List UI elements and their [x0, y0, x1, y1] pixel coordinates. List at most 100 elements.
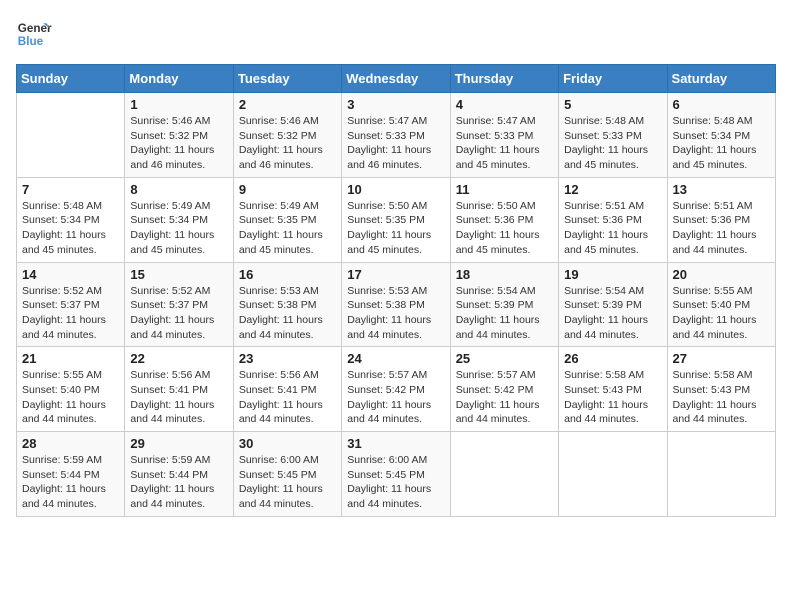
header-cell-thursday: Thursday — [450, 65, 558, 93]
calendar-cell: 4 Sunrise: 5:47 AMSunset: 5:33 PMDaylight… — [450, 93, 558, 178]
calendar-cell: 5 Sunrise: 5:48 AMSunset: 5:33 PMDaylight… — [559, 93, 667, 178]
week-row-2: 7 Sunrise: 5:48 AMSunset: 5:34 PMDaylight… — [17, 177, 776, 262]
day-number: 21 — [22, 351, 119, 366]
calendar-cell: 7 Sunrise: 5:48 AMSunset: 5:34 PMDaylight… — [17, 177, 125, 262]
day-number: 13 — [673, 182, 770, 197]
week-row-1: 1 Sunrise: 5:46 AMSunset: 5:32 PMDaylight… — [17, 93, 776, 178]
calendar-cell: 10 Sunrise: 5:50 AMSunset: 5:35 PMDayligh… — [342, 177, 450, 262]
day-info: Sunrise: 5:57 AMSunset: 5:42 PMDaylight:… — [347, 368, 444, 427]
calendar-cell: 25Sunrise: 5:57 AMSunset: 5:42 PMDayligh… — [450, 347, 558, 432]
week-row-4: 21Sunrise: 5:55 AMSunset: 5:40 PMDayligh… — [17, 347, 776, 432]
day-info: Sunrise: 5:52 AMSunset: 5:37 PMDaylight:… — [22, 284, 119, 343]
day-info: Sunrise: 5:49 AMSunset: 5:35 PMDaylight:… — [239, 199, 336, 258]
day-number: 26 — [564, 351, 661, 366]
day-number: 22 — [130, 351, 227, 366]
calendar-cell: 12 Sunrise: 5:51 AMSunset: 5:36 PMDayligh… — [559, 177, 667, 262]
calendar-cell: 29 Sunrise: 5:59 AMSunset: 5:44 PMDayligh… — [125, 432, 233, 517]
day-number: 17 — [347, 267, 444, 282]
day-number: 20 — [673, 267, 770, 282]
day-info: Sunrise: 6:00 AMSunset: 5:45 PMDaylight:… — [239, 453, 336, 512]
header-cell-saturday: Saturday — [667, 65, 775, 93]
day-number: 29 — [130, 436, 227, 451]
calendar-cell: 26 Sunrise: 5:58 AMSunset: 5:43 PMDayligh… — [559, 347, 667, 432]
day-number: 8 — [130, 182, 227, 197]
day-info: Sunrise: 5:58 AMSunset: 5:43 PMDaylight:… — [564, 368, 661, 427]
calendar-cell: 6 Sunrise: 5:48 AMSunset: 5:34 PMDaylight… — [667, 93, 775, 178]
day-info: Sunrise: 5:46 AMSunset: 5:32 PMDaylight:… — [130, 114, 227, 173]
calendar-cell: 27Sunrise: 5:58 AMSunset: 5:43 PMDayligh… — [667, 347, 775, 432]
day-number: 19 — [564, 267, 661, 282]
header-cell-monday: Monday — [125, 65, 233, 93]
day-info: Sunrise: 5:59 AMSunset: 5:44 PMDaylight:… — [22, 453, 119, 512]
day-number: 24 — [347, 351, 444, 366]
calendar-cell: 20 Sunrise: 5:55 AMSunset: 5:40 PMDayligh… — [667, 262, 775, 347]
day-info: Sunrise: 5:48 AMSunset: 5:34 PMDaylight:… — [22, 199, 119, 258]
day-number: 14 — [22, 267, 119, 282]
week-row-5: 28 Sunrise: 5:59 AMSunset: 5:44 PMDayligh… — [17, 432, 776, 517]
day-number: 11 — [456, 182, 553, 197]
calendar-cell — [559, 432, 667, 517]
day-info: Sunrise: 5:46 AMSunset: 5:32 PMDaylight:… — [239, 114, 336, 173]
calendar-body: 1 Sunrise: 5:46 AMSunset: 5:32 PMDaylight… — [17, 93, 776, 517]
day-number: 9 — [239, 182, 336, 197]
calendar-cell — [450, 432, 558, 517]
day-info: Sunrise: 5:56 AMSunset: 5:41 PMDaylight:… — [239, 368, 336, 427]
calendar-table: SundayMondayTuesdayWednesdayThursdayFrid… — [16, 64, 776, 517]
calendar-cell: 28 Sunrise: 5:59 AMSunset: 5:44 PMDayligh… — [17, 432, 125, 517]
day-info: Sunrise: 5:59 AMSunset: 5:44 PMDaylight:… — [130, 453, 227, 512]
day-info: Sunrise: 5:49 AMSunset: 5:34 PMDaylight:… — [130, 199, 227, 258]
day-number: 1 — [130, 97, 227, 112]
calendar-cell: 8 Sunrise: 5:49 AMSunset: 5:34 PMDaylight… — [125, 177, 233, 262]
calendar-cell: 22 Sunrise: 5:56 AMSunset: 5:41 PMDayligh… — [125, 347, 233, 432]
day-info: Sunrise: 5:52 AMSunset: 5:37 PMDaylight:… — [130, 284, 227, 343]
calendar-cell: 31 Sunrise: 6:00 AMSunset: 5:45 PMDayligh… — [342, 432, 450, 517]
day-info: Sunrise: 5:57 AMSunset: 5:42 PMDaylight:… — [456, 368, 553, 427]
day-info: Sunrise: 5:47 AMSunset: 5:33 PMDaylight:… — [456, 114, 553, 173]
day-number: 10 — [347, 182, 444, 197]
header: General Blue — [16, 16, 776, 52]
day-info: Sunrise: 5:58 AMSunset: 5:43 PMDaylight:… — [673, 368, 770, 427]
logo-icon: General Blue — [16, 16, 52, 52]
header-cell-wednesday: Wednesday — [342, 65, 450, 93]
calendar-header: SundayMondayTuesdayWednesdayThursdayFrid… — [17, 65, 776, 93]
calendar-cell: 24 Sunrise: 5:57 AMSunset: 5:42 PMDayligh… — [342, 347, 450, 432]
day-number: 31 — [347, 436, 444, 451]
day-number: 2 — [239, 97, 336, 112]
calendar-cell: 14 Sunrise: 5:52 AMSunset: 5:37 PMDayligh… — [17, 262, 125, 347]
day-info: Sunrise: 5:55 AMSunset: 5:40 PMDaylight:… — [673, 284, 770, 343]
day-number: 12 — [564, 182, 661, 197]
day-info: Sunrise: 5:47 AMSunset: 5:33 PMDaylight:… — [347, 114, 444, 173]
header-cell-friday: Friday — [559, 65, 667, 93]
day-info: Sunrise: 5:48 AMSunset: 5:33 PMDaylight:… — [564, 114, 661, 173]
day-info: Sunrise: 5:51 AMSunset: 5:36 PMDaylight:… — [564, 199, 661, 258]
day-info: Sunrise: 5:53 AMSunset: 5:38 PMDaylight:… — [347, 284, 444, 343]
day-number: 5 — [564, 97, 661, 112]
day-info: Sunrise: 5:48 AMSunset: 5:34 PMDaylight:… — [673, 114, 770, 173]
day-info: Sunrise: 5:56 AMSunset: 5:41 PMDaylight:… — [130, 368, 227, 427]
header-row: SundayMondayTuesdayWednesdayThursdayFrid… — [17, 65, 776, 93]
day-info: Sunrise: 5:51 AMSunset: 5:36 PMDaylight:… — [673, 199, 770, 258]
calendar-cell: 16Sunrise: 5:53 AMSunset: 5:38 PMDayligh… — [233, 262, 341, 347]
day-number: 23 — [239, 351, 336, 366]
day-number: 4 — [456, 97, 553, 112]
calendar-cell: 18Sunrise: 5:54 AMSunset: 5:39 PMDayligh… — [450, 262, 558, 347]
svg-text:Blue: Blue — [18, 35, 44, 48]
calendar-cell — [667, 432, 775, 517]
week-row-3: 14 Sunrise: 5:52 AMSunset: 5:37 PMDayligh… — [17, 262, 776, 347]
day-info: Sunrise: 5:50 AMSunset: 5:35 PMDaylight:… — [347, 199, 444, 258]
calendar-cell: 9 Sunrise: 5:49 AMSunset: 5:35 PMDaylight… — [233, 177, 341, 262]
day-info: Sunrise: 5:50 AMSunset: 5:36 PMDaylight:… — [456, 199, 553, 258]
day-number: 18 — [456, 267, 553, 282]
day-number: 7 — [22, 182, 119, 197]
calendar-cell: 13 Sunrise: 5:51 AMSunset: 5:36 PMDayligh… — [667, 177, 775, 262]
day-info: Sunrise: 5:54 AMSunset: 5:39 PMDaylight:… — [564, 284, 661, 343]
day-number: 6 — [673, 97, 770, 112]
header-cell-tuesday: Tuesday — [233, 65, 341, 93]
day-info: Sunrise: 6:00 AMSunset: 5:45 PMDaylight:… — [347, 453, 444, 512]
calendar-cell: 21Sunrise: 5:55 AMSunset: 5:40 PMDayligh… — [17, 347, 125, 432]
header-cell-sunday: Sunday — [17, 65, 125, 93]
logo: General Blue — [16, 16, 52, 52]
calendar-cell: 15Sunrise: 5:52 AMSunset: 5:37 PMDayligh… — [125, 262, 233, 347]
calendar-cell: 17 Sunrise: 5:53 AMSunset: 5:38 PMDayligh… — [342, 262, 450, 347]
day-number: 28 — [22, 436, 119, 451]
